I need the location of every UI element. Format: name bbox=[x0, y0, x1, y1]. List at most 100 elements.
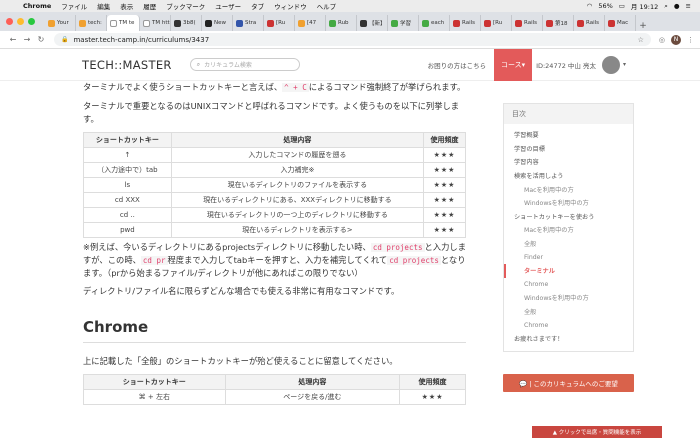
tab-favicon-icon bbox=[608, 19, 615, 27]
tab-label: Rails bbox=[586, 20, 599, 26]
browser-tab[interactable]: Your bbox=[45, 15, 76, 31]
close-window-icon[interactable] bbox=[6, 18, 13, 25]
menu-window[interactable]: ウィンドウ bbox=[269, 1, 312, 11]
browser-tab[interactable]: tech: bbox=[76, 15, 107, 31]
browser-tab[interactable]: Stra bbox=[233, 15, 264, 31]
tab-label: Your bbox=[57, 20, 69, 26]
menu-tab[interactable]: タブ bbox=[246, 1, 269, 11]
curriculum-search-input[interactable]: ⌕ カリキュラム検索 bbox=[189, 58, 300, 71]
help-link[interactable]: お困りの方はこちら bbox=[428, 60, 487, 70]
toc-item[interactable]: Finder bbox=[504, 250, 633, 264]
tab-label: [Ru bbox=[276, 20, 286, 26]
browser-tab[interactable]: Rails bbox=[574, 15, 605, 31]
browser-tab[interactable]: 学習 bbox=[388, 15, 419, 31]
browser-tab[interactable]: [47 bbox=[295, 15, 326, 31]
toc-item[interactable]: お疲れさまです！ bbox=[504, 332, 633, 346]
browser-tab[interactable]: Rails bbox=[512, 15, 543, 31]
menu-app-name[interactable]: Chrome bbox=[18, 2, 56, 10]
browser-tab[interactable]: [Ru bbox=[264, 15, 295, 31]
new-tab-icon[interactable]: + bbox=[636, 21, 650, 31]
menu-edit[interactable]: 編集 bbox=[92, 1, 115, 11]
frequency-cell: ★★★ bbox=[399, 389, 466, 405]
profile-avatar[interactable]: N bbox=[671, 34, 681, 45]
back-icon[interactable]: ← bbox=[6, 35, 20, 44]
menu-help[interactable]: ヘルプ bbox=[312, 1, 342, 11]
menu-file[interactable]: ファイル bbox=[56, 1, 92, 11]
feedback-button[interactable]: 💬 | このカリキュラムへのご要望 bbox=[503, 374, 634, 392]
wifi-icon[interactable]: ◠ bbox=[584, 2, 596, 10]
toc-item[interactable]: Macを利用中の方 bbox=[504, 182, 633, 196]
battery-percent[interactable]: 56% bbox=[595, 2, 615, 10]
site-logo[interactable]: TECH::MASTER bbox=[82, 58, 172, 72]
menu-bookmarks[interactable]: ブックマーク bbox=[161, 1, 210, 11]
url-field[interactable]: 🔒 master.tech-camp.in/curriculums/3437 ☆ bbox=[54, 33, 651, 46]
table-row: ls 現在いるディレクトリのファイルを表示する ★★★ bbox=[83, 177, 466, 193]
bookmark-star-icon[interactable]: ☆ bbox=[638, 36, 644, 44]
shortcut-key-cell: pwd bbox=[83, 222, 172, 238]
search-placeholder: カリキュラム検索 bbox=[204, 62, 252, 69]
toc-item[interactable]: Macを利用中の方 bbox=[504, 223, 633, 237]
tab-favicon-icon bbox=[484, 19, 491, 27]
clock[interactable]: 月 19:12 bbox=[628, 1, 661, 11]
forward-icon[interactable]: → bbox=[20, 35, 34, 44]
browser-tab[interactable]: 3b8( bbox=[171, 15, 202, 31]
toc-item[interactable]: 全般 bbox=[504, 305, 633, 319]
dir-paragraph: ディレクトリ/ファイル名に限らずどんな場合でも使える非常に有用なコマンドです。 bbox=[83, 286, 400, 296]
browser-tab[interactable]: each bbox=[419, 15, 450, 31]
table-row: （入力途中で）tab 入力補完※ ★★★ bbox=[83, 162, 466, 178]
main-content: ターミナルでよく使うショートカットキーと言えば、 ^ + C によるコマンド強制終了… bbox=[83, 81, 466, 405]
menu-history[interactable]: 履歴 bbox=[138, 1, 161, 11]
toc-item[interactable]: Windowsを利用中の方 bbox=[504, 291, 633, 305]
minimize-window-icon[interactable] bbox=[17, 18, 24, 25]
browser-tab[interactable]: New bbox=[202, 15, 233, 31]
menu-list-icon[interactable]: ≡ bbox=[683, 2, 694, 10]
menu-view[interactable]: 表示 bbox=[115, 1, 138, 11]
table-header-row: ショートカットキー 処理内容 使用頻度 bbox=[83, 374, 466, 390]
table-row: pwd 現在いるディレクトリを表示する> ★★★ bbox=[83, 222, 466, 238]
attendance-question-toggle[interactable]: ▲ クリックで出席・質問機能を表示 bbox=[532, 426, 662, 438]
toc-item[interactable]: 検索を活用しよう bbox=[504, 169, 633, 183]
tab-label: Rub bbox=[338, 20, 349, 26]
terminal-shortcut-table: ショートカットキー 処理内容 使用頻度 ↑ 入力したコマンドの履歴を遡る ★★★ （入… bbox=[83, 132, 466, 238]
toc-item[interactable]: ターミナル bbox=[504, 263, 633, 278]
user-avatar[interactable] bbox=[601, 55, 620, 74]
toc-item[interactable]: 学習内容 bbox=[504, 155, 633, 169]
search-icon[interactable]: ⌕ bbox=[661, 2, 671, 11]
toc-item[interactable]: 学習概要 bbox=[504, 128, 633, 142]
browser-tab[interactable]: 【新】 bbox=[357, 15, 388, 31]
extension-icon[interactable]: ◎ bbox=[659, 36, 665, 44]
tab-label: 3b8( bbox=[183, 20, 196, 26]
intro-paragraph: ターミナルでよく使うショートカットキーと言えば、 ^ + C によるコマンド強制終了… bbox=[83, 82, 466, 92]
zoom-window-icon[interactable] bbox=[28, 18, 35, 25]
reload-icon[interactable]: ↻ bbox=[34, 35, 48, 44]
browser-tab[interactable]: 第18 bbox=[543, 15, 574, 31]
address-bar: ← → ↻ 🔒 master.tech-camp.in/curriculums/… bbox=[0, 31, 700, 49]
siri-icon[interactable]: ● bbox=[671, 2, 683, 10]
toc-item[interactable]: 全般 bbox=[504, 237, 633, 251]
toc-item[interactable]: Windowsを利用中の方 bbox=[504, 196, 633, 210]
toc-item[interactable]: ショートカットキーを使おう bbox=[504, 210, 633, 224]
menu-user[interactable]: ユーザー bbox=[210, 1, 246, 11]
chrome-menu-icon[interactable]: ⋮ bbox=[687, 36, 694, 44]
search-icon: ⌕ bbox=[196, 60, 201, 68]
lock-icon[interactable]: 🔒 bbox=[61, 36, 68, 43]
action-cell: 入力したコマンドの履歴を遡る bbox=[170, 147, 425, 163]
toc-item[interactable]: Chrome bbox=[504, 318, 633, 332]
browser-tab[interactable]: Rub bbox=[326, 15, 357, 31]
toc-item[interactable]: 学習の目標 bbox=[504, 142, 633, 156]
course-menu-button[interactable]: コース▾ bbox=[494, 48, 533, 81]
browser-tab[interactable]: Rails bbox=[450, 15, 481, 31]
browser-tab[interactable]: TM http: bbox=[140, 15, 171, 31]
browser-tab[interactable]: [Ru bbox=[481, 15, 512, 31]
tab-favicon-icon bbox=[391, 19, 398, 27]
tab-favicon-icon bbox=[298, 19, 305, 27]
browser-tab[interactable]: TM te bbox=[107, 15, 140, 31]
toc-item[interactable]: Chrome bbox=[504, 278, 633, 292]
chevron-down-icon[interactable]: ▾ bbox=[623, 61, 626, 68]
browser-tab[interactable]: Mac bbox=[605, 15, 636, 31]
tab-label: Mac bbox=[617, 20, 629, 26]
frequency-cell: ★★★ bbox=[423, 177, 466, 193]
user-id: ID:24772 中山 亮太 bbox=[536, 61, 596, 70]
browser-tab-strip: Your tech: TM te TM http: 3b8( New Stra [Ru [47 R… bbox=[0, 12, 700, 31]
tab-favicon-icon bbox=[577, 19, 584, 27]
